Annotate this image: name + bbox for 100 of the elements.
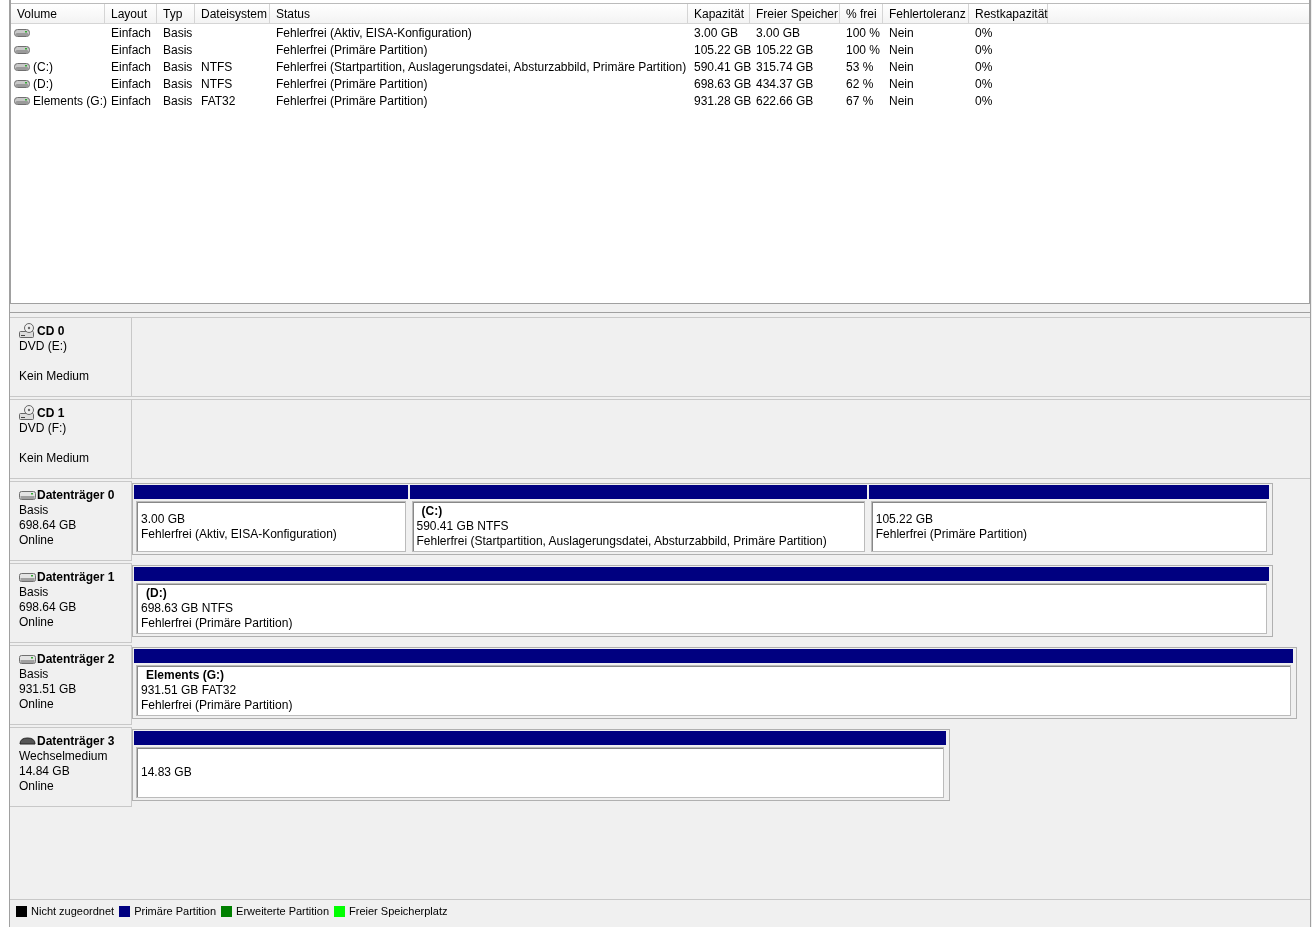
table-cell: 0% <box>975 42 993 57</box>
legend-label: Erweiterte Partition <box>236 905 330 917</box>
drive-icon <box>14 27 30 38</box>
table-cell: FAT32 <box>201 93 236 108</box>
table-cell: 62 % <box>846 76 874 91</box>
table-cell: NTFS <box>201 76 233 91</box>
disk-name: Datenträger 0 <box>37 487 115 502</box>
disk-status: Online <box>19 779 55 794</box>
legend-label: Primäre Partition <box>134 905 217 917</box>
table-cell: 0% <box>975 25 993 40</box>
legend-label: Freier Speicherplatz <box>349 905 448 917</box>
column-header[interactable]: Typ <box>157 4 195 23</box>
column-header[interactable]: Fehlertoleranz <box>883 4 969 23</box>
table-cell: 53 % <box>846 59 874 74</box>
disk-type: DVD (E:) <box>19 339 68 354</box>
table-cell: Basis <box>163 25 193 40</box>
table-cell: Einfach <box>111 76 152 91</box>
table-cell: 590.41 GB <box>694 59 752 74</box>
partition-size: 590.41 GB NTFS <box>416 519 510 534</box>
partition-status: Fehlerfrei (Primäre Partition) <box>875 526 1029 542</box>
table-cell: Fehlerfrei (Primäre Partition) <box>276 42 428 57</box>
hard-drive-icon <box>19 652 36 665</box>
table-cell: Einfach <box>111 93 152 108</box>
partition-size: 105.22 GB <box>875 511 935 527</box>
partition-name: Elements (G:) <box>145 668 225 683</box>
optical-drive-icon <box>19 404 36 421</box>
table-cell: Fehlerfrei (Primäre Partition) <box>276 93 428 108</box>
column-header[interactable]: Freier Speicher <box>750 4 840 23</box>
partition-size: 931.51 GB FAT32 <box>141 683 238 698</box>
disk-size: 14.84 GB <box>19 764 71 779</box>
column-header[interactable]: % frei <box>840 4 883 23</box>
partition-status: Fehlerfrei (Startpartition, Auslagerungsdatei, Absturzabbild, Primäre Partition) <box>416 534 828 549</box>
disk-label-panel[interactable]: CD 1 DVD (F:) Kein Medium <box>10 399 132 479</box>
table-cell: Fehlerfrei (Aktiv, EISA-Konfiguration) <box>276 25 472 40</box>
disk-label-panel[interactable]: CD 0 DVD (E:) Kein Medium <box>10 317 132 397</box>
column-header[interactable]: Restkapazität <box>969 4 1048 23</box>
table-cell: Nein <box>889 76 914 91</box>
volume-name: Elements (G:) <box>33 93 107 108</box>
disk-name: Datenträger 2 <box>37 651 115 666</box>
disk-type: Basis <box>19 667 50 682</box>
volume-name: (C:) <box>33 59 53 74</box>
table-cell: 105.22 GB <box>694 42 752 57</box>
volume-name: (D:) <box>33 76 53 91</box>
column-header[interactable]: Dateisystem <box>195 4 270 23</box>
partition-name: (C:) <box>420 504 444 519</box>
disk-name: Datenträger 1 <box>37 569 115 584</box>
disk-label-panel[interactable]: Datenträger 0 Basis 698.64 GB Online <box>10 481 132 561</box>
table-cell: 698.63 GB <box>694 76 752 91</box>
table-cell: Nein <box>889 59 914 74</box>
table-cell: 622.66 GB <box>756 93 814 108</box>
table-cell: Fehlerfrei (Primäre Partition) <box>276 76 428 91</box>
drive-icon <box>14 78 30 89</box>
drive-icon <box>14 61 30 72</box>
disk-status: Online <box>19 697 55 712</box>
disk-status: Kein Medium <box>19 369 91 384</box>
disk-status: Online <box>19 533 55 548</box>
hard-drive-icon <box>19 570 36 583</box>
drive-icon <box>14 95 30 106</box>
disk-label-panel[interactable]: Datenträger 1 Basis 698.64 GB Online <box>10 563 132 643</box>
disk-size: 931.51 GB <box>19 682 78 697</box>
table-cell: Nein <box>889 42 914 57</box>
partition-status: Fehlerfrei (Aktiv, EISA-Konfiguration) <box>141 526 338 542</box>
table-cell: 0% <box>975 76 993 91</box>
disk-status: Online <box>19 615 55 630</box>
column-header[interactable]: Status <box>270 4 688 23</box>
partition-size: 3.00 GB <box>141 511 187 527</box>
disk-type: Basis <box>19 585 50 600</box>
partition-size: 14.83 GB <box>141 765 193 780</box>
table-cell: 3.00 GB <box>694 25 739 40</box>
disk-name: Datenträger 3 <box>37 733 115 748</box>
table-cell: Basis <box>163 76 193 91</box>
table-cell: 100 % <box>846 25 881 40</box>
table-cell: 0% <box>975 59 993 74</box>
removable-drive-icon <box>19 734 36 747</box>
table-cell: Fehlerfrei (Startpartition, Auslagerungsdatei, Absturzabbild, Primäre Partition) <box>276 59 687 74</box>
disk-size: 698.64 GB <box>19 600 78 615</box>
table-cell: Einfach <box>111 59 152 74</box>
table-cell: Basis <box>163 42 193 57</box>
column-header[interactable]: Kapazität <box>688 4 750 23</box>
table-cell: Nein <box>889 93 914 108</box>
disk-label-panel[interactable]: Datenträger 3 Wechselmedium 14.84 GB Online <box>10 727 132 807</box>
partition-name: (D:) <box>145 586 168 601</box>
column-header[interactable]: Layout <box>105 4 157 23</box>
table-cell: 931.28 GB <box>694 93 752 108</box>
table-cell: 315.74 GB <box>756 59 814 74</box>
disk-size: 698.64 GB <box>19 518 78 533</box>
table-cell: Basis <box>163 59 193 74</box>
partition-status: Fehlerfrei (Primäre Partition) <box>141 616 294 631</box>
disk-name: CD 0 <box>37 323 65 338</box>
table-cell: Basis <box>163 93 193 108</box>
disk-name: CD 1 <box>37 405 65 420</box>
table-cell: 3.00 GB <box>756 25 801 40</box>
table-cell: Einfach <box>111 25 152 40</box>
column-header[interactable]: Volume <box>11 4 105 23</box>
legend-label: Nicht zugeordnet <box>31 905 115 917</box>
disk-label-panel[interactable]: Datenträger 2 Basis 931.51 GB Online <box>10 645 132 725</box>
table-cell: 0% <box>975 93 993 108</box>
partition-status: Fehlerfrei (Primäre Partition) <box>141 698 294 713</box>
table-cell: 100 % <box>846 42 881 57</box>
table-cell: 434.37 GB <box>756 76 814 91</box>
